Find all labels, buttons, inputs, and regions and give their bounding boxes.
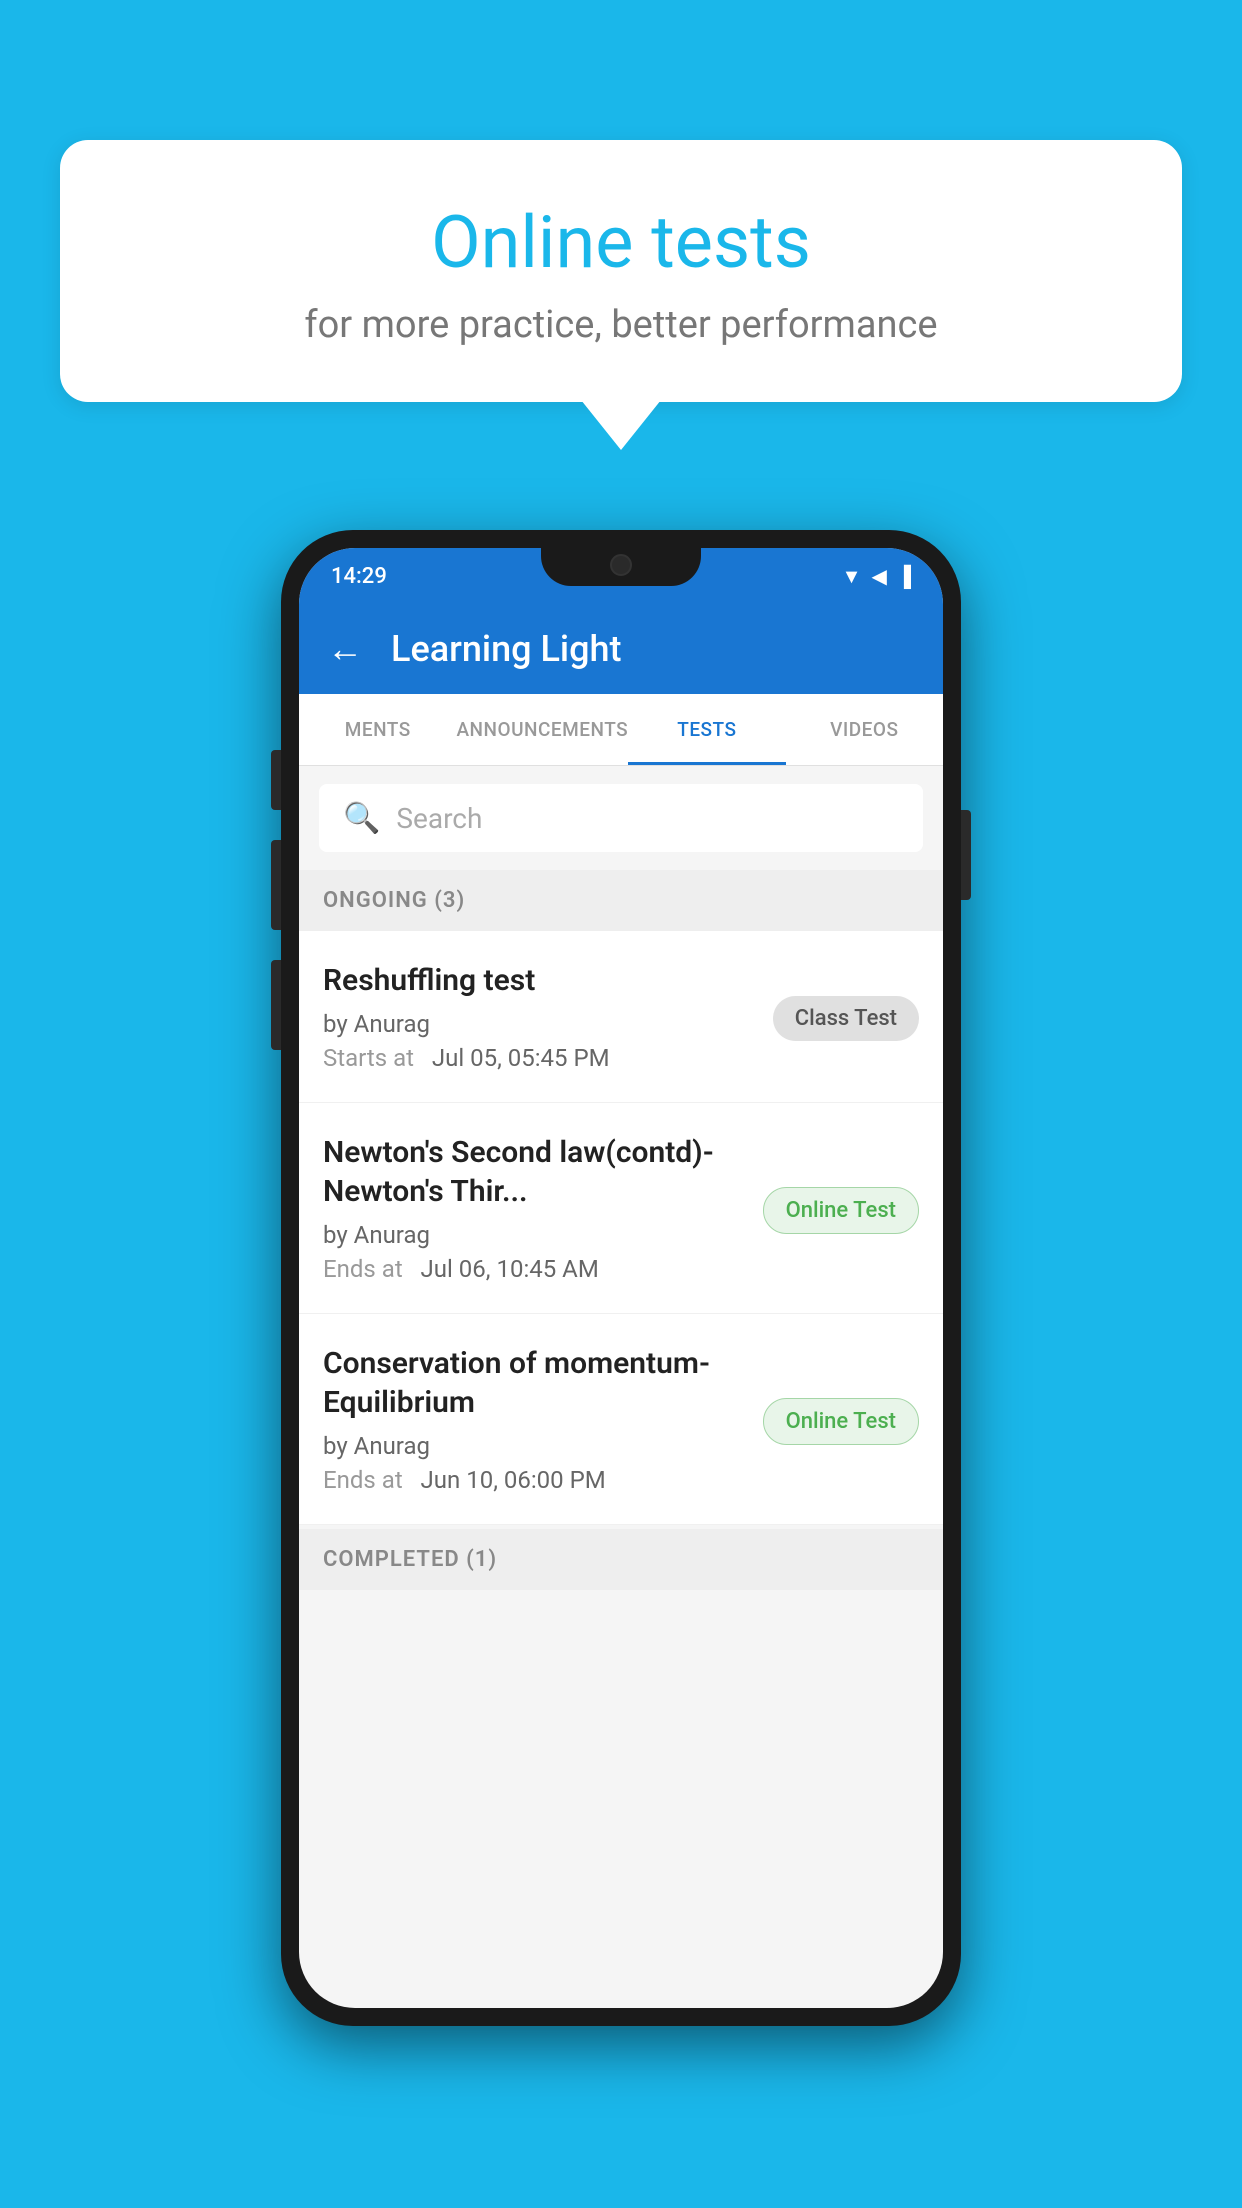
tab-assignments[interactable]: MENTS [299, 694, 456, 765]
tests-list: Reshuffling test by Anurag Starts at Jul… [299, 931, 943, 1525]
tab-videos[interactable]: VIDEOS [786, 694, 943, 765]
completed-section-header: COMPLETED (1) [299, 1529, 943, 1590]
app-title: Learning Light [391, 628, 621, 670]
test-name-newton: Newton's Second law(contd)-Newton's Thir… [323, 1133, 743, 1211]
volume-up-button [271, 840, 281, 930]
phone-screen: 14:29 ▼ ◀ ▐ ← Learning Light MENTS ANNOU… [299, 548, 943, 2008]
ongoing-section-header: ONGOING (3) [299, 870, 943, 931]
test-time-reshuffling: Starts at Jul 05, 05:45 PM [323, 1044, 753, 1072]
test-item-newton[interactable]: Newton's Second law(contd)-Newton's Thir… [299, 1103, 943, 1314]
search-placeholder: Search [396, 802, 482, 835]
test-name-conservation: Conservation of momentum-Equilibrium [323, 1344, 743, 1422]
search-bar[interactable]: 🔍 Search [319, 784, 923, 852]
test-name-reshuffling: Reshuffling test [323, 961, 753, 1000]
test-badge-newton: Online Test [763, 1187, 919, 1234]
test-time-value-conservation: Jun 10, 06:00 PM [421, 1466, 606, 1494]
test-author-reshuffling: by Anurag [323, 1010, 753, 1038]
test-time-value-newton: Jul 06, 10:45 AM [421, 1255, 599, 1283]
test-author-conservation: by Anurag [323, 1432, 743, 1460]
bubble-subtitle: for more practice, better performance [140, 303, 1102, 347]
app-bar: ← Learning Light [299, 604, 943, 694]
test-time-label-conservation: Ends at [323, 1466, 403, 1494]
test-author-newton: by Anurag [323, 1221, 743, 1249]
camera [610, 554, 632, 576]
test-time-label-newton: Ends at [323, 1255, 403, 1283]
test-time-newton: Ends at Jul 06, 10:45 AM [323, 1255, 743, 1283]
test-item-conservation[interactable]: Conservation of momentum-Equilibrium by … [299, 1314, 943, 1525]
mute-button [271, 750, 281, 810]
tab-bar: MENTS ANNOUNCEMENTS TESTS VIDEOS [299, 694, 943, 766]
notch [541, 544, 701, 586]
power-button [961, 810, 971, 900]
test-item-reshuffling[interactable]: Reshuffling test by Anurag Starts at Jul… [299, 931, 943, 1103]
search-container: 🔍 Search [299, 766, 943, 870]
phone-mockup: 14:29 ▼ ◀ ▐ ← Learning Light MENTS ANNOU… [281, 530, 961, 2026]
test-time-conservation: Ends at Jun 10, 06:00 PM [323, 1466, 743, 1494]
test-info-reshuffling: Reshuffling test by Anurag Starts at Jul… [323, 961, 773, 1072]
tab-announcements[interactable]: ANNOUNCEMENTS [456, 694, 628, 765]
test-info-conservation: Conservation of momentum-Equilibrium by … [323, 1344, 763, 1494]
search-icon: 🔍 [343, 801, 380, 836]
ongoing-section-title: ONGOING (3) [323, 888, 465, 913]
test-badge-conservation: Online Test [763, 1398, 919, 1445]
volume-down-button [271, 960, 281, 1050]
test-time-value-reshuffling: Jul 05, 05:45 PM [432, 1044, 610, 1072]
completed-section-title: COMPLETED (1) [323, 1547, 497, 1572]
speech-bubble: Online tests for more practice, better p… [60, 140, 1182, 402]
promo-section: Online tests for more practice, better p… [60, 140, 1182, 402]
test-badge-reshuffling: Class Test [773, 996, 919, 1041]
test-info-newton: Newton's Second law(contd)-Newton's Thir… [323, 1133, 763, 1283]
phone-frame: 14:29 ▼ ◀ ▐ ← Learning Light MENTS ANNOU… [281, 530, 961, 2026]
back-button[interactable]: ← [327, 628, 363, 670]
notch-area [281, 530, 961, 610]
bubble-title: Online tests [140, 200, 1102, 285]
tab-tests[interactable]: TESTS [628, 694, 785, 765]
test-time-label-reshuffling: Starts at [323, 1044, 414, 1072]
